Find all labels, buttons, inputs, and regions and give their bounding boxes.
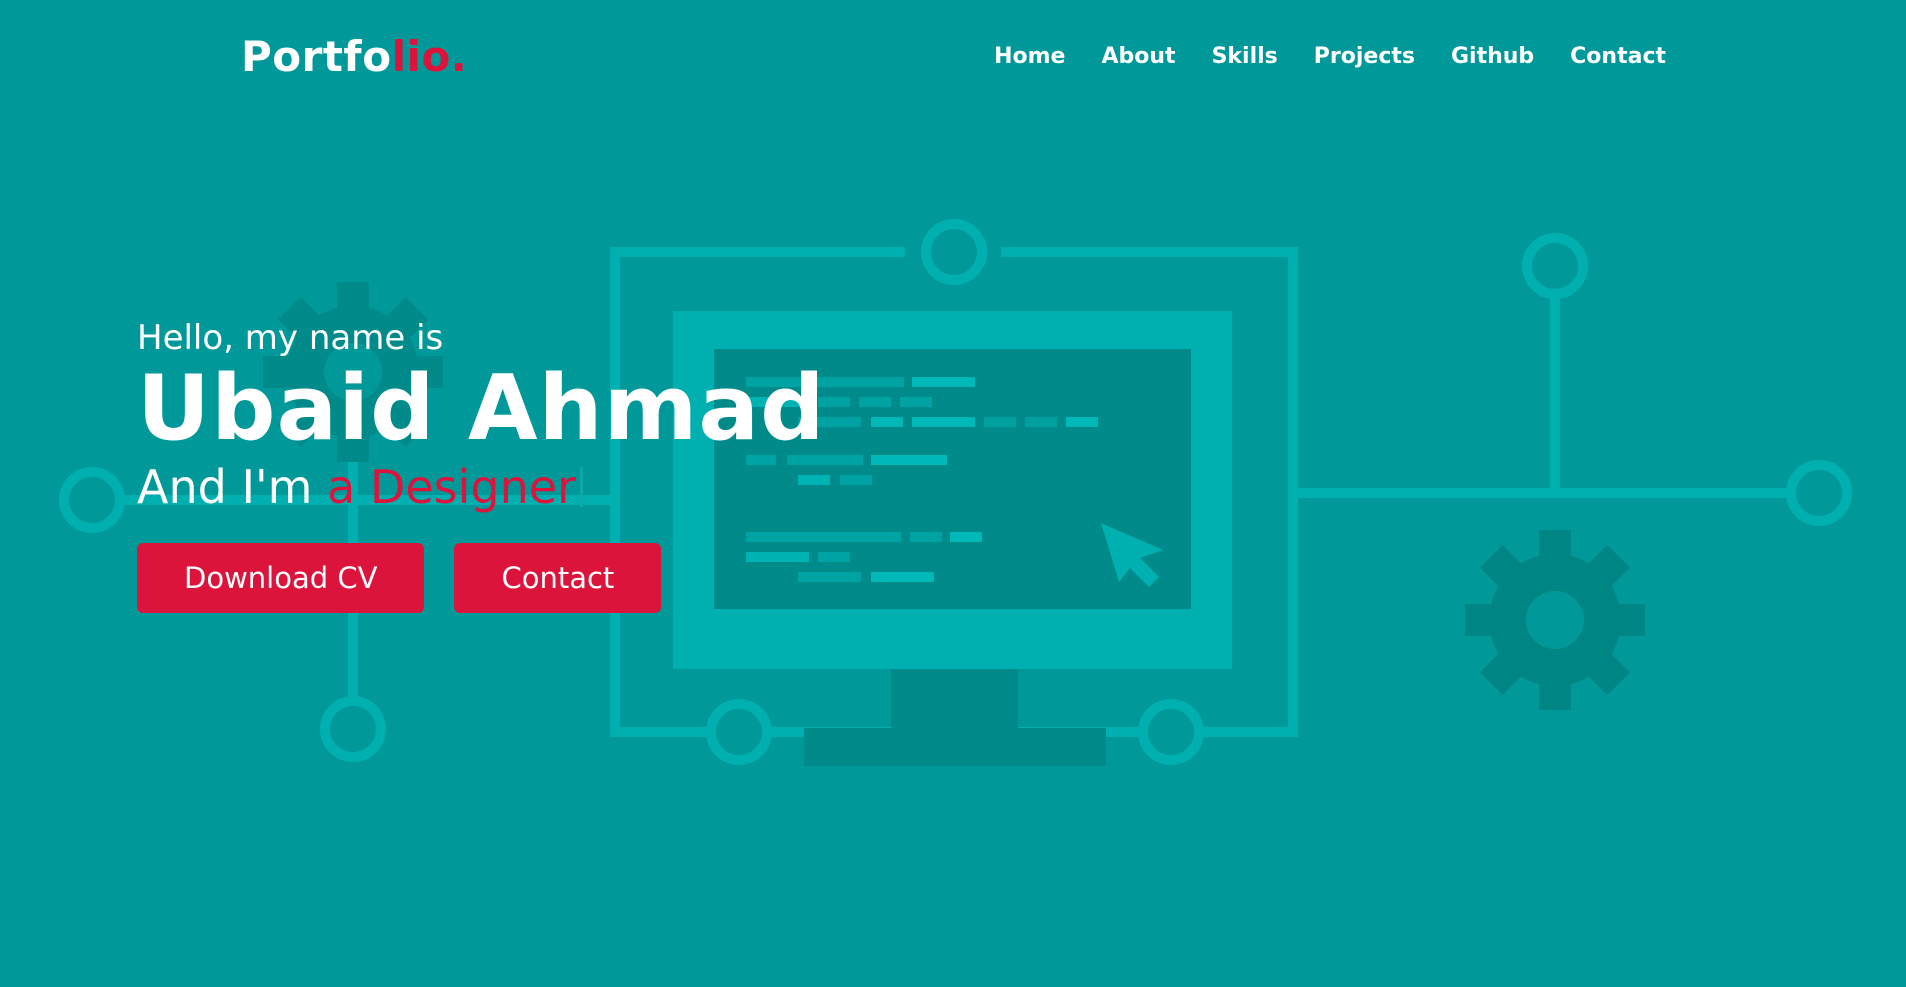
logo-main: Portfo — [241, 32, 392, 81]
navbar: Portfolio. Home About Skills Projects Gi… — [0, 0, 1906, 120]
nav-link-projects[interactable]: Projects — [1314, 44, 1415, 69]
nav-link-skills[interactable]: Skills — [1212, 44, 1278, 69]
hero-name: Ubaid Ahmad — [137, 355, 826, 461]
hero-greeting: Hello, my name is — [137, 318, 444, 358]
hero-section: Hello, my name is Ubaid Ahmad And I'm a … — [137, 318, 1037, 613]
hero-role-prefix: And I'm — [137, 459, 328, 514]
nav-item-skills: Skills — [1212, 44, 1278, 69]
logo-accent: lio. — [391, 32, 468, 81]
nav-item-about: About — [1101, 44, 1175, 69]
hero-role: And I'm a Designer — [137, 460, 1037, 515]
typing-cursor — [579, 466, 583, 507]
nav-item-github: Github — [1451, 44, 1534, 69]
hero-buttons: Download CV Contact — [137, 542, 1037, 613]
download-cv-button[interactable]: Download CV — [137, 542, 425, 613]
logo[interactable]: Portfolio. — [241, 32, 467, 81]
nav-link-about[interactable]: About — [1101, 44, 1175, 69]
nav-item-contact: Contact — [1570, 44, 1666, 69]
hero-role-typed: a Designer — [327, 459, 576, 514]
nav-item-home: Home — [994, 44, 1065, 69]
nav-link-contact[interactable]: Contact — [1570, 44, 1666, 69]
nav-link-github[interactable]: Github — [1451, 44, 1534, 69]
contact-button[interactable]: Contact — [454, 542, 662, 613]
nav-menu: Home About Skills Projects Github Contac… — [994, 44, 1666, 69]
nav-item-projects: Projects — [1314, 44, 1415, 69]
portfolio-page: Portfolio. Home About Skills Projects Gi… — [0, 0, 1906, 987]
nav-link-home[interactable]: Home — [994, 44, 1065, 69]
